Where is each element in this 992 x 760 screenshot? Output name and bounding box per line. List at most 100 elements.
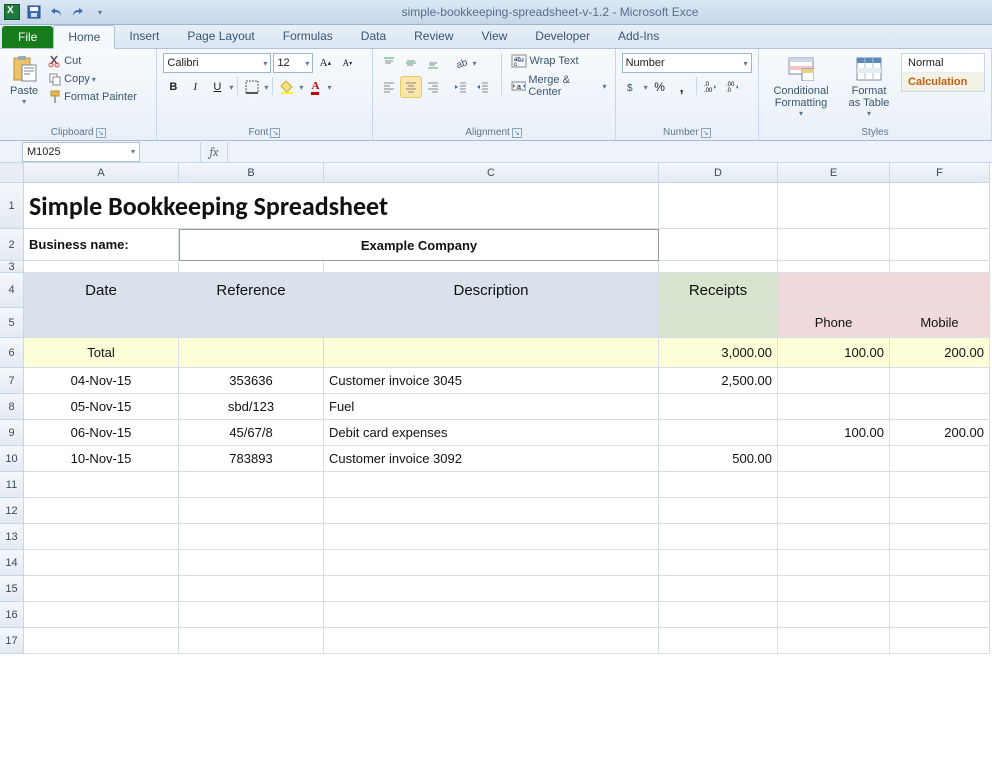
cell[interactable] [778, 524, 890, 550]
cell[interactable]: 100.00 [778, 420, 890, 446]
chevron-down-icon[interactable]: ▾ [644, 83, 648, 92]
row-header-13[interactable]: 13 [0, 524, 24, 550]
font-color-button[interactable]: A [305, 77, 325, 97]
cell[interactable]: Debit card expenses [324, 420, 659, 446]
column-header-E[interactable]: E [778, 163, 890, 183]
font-name-select[interactable]: Calibri▾ [163, 53, 271, 73]
font-size-select[interactable]: 12▾ [273, 53, 313, 73]
cell[interactable] [179, 338, 324, 368]
chevron-down-icon[interactable]: ▾ [229, 83, 233, 92]
bold-button[interactable]: B [163, 77, 183, 97]
cell[interactable] [659, 261, 778, 273]
cell[interactable] [24, 628, 179, 654]
formula-input[interactable] [228, 142, 992, 162]
cell[interactable]: Mobile [890, 308, 990, 338]
cell[interactable] [179, 472, 324, 498]
paste-button[interactable]: Paste ▾ [6, 53, 42, 108]
cell[interactable] [179, 524, 324, 550]
chevron-down-icon[interactable]: ▾ [327, 83, 331, 92]
align-bottom-button[interactable] [423, 53, 443, 73]
cell[interactable] [778, 446, 890, 472]
cell[interactable] [890, 183, 990, 229]
cell[interactable]: 100.00 [778, 338, 890, 368]
cell[interactable] [778, 394, 890, 420]
italic-button[interactable]: I [185, 77, 205, 97]
accounting-format-button[interactable]: $ [622, 77, 642, 97]
cell[interactable] [890, 446, 990, 472]
cell[interactable] [324, 308, 659, 338]
style-normal[interactable]: Normal [902, 54, 984, 73]
cell[interactable]: Date [24, 273, 179, 308]
chevron-down-icon[interactable]: ▾ [473, 59, 477, 68]
cell[interactable] [778, 368, 890, 394]
format-painter-button[interactable]: Format Painter [46, 89, 139, 105]
cell[interactable] [24, 576, 179, 602]
cell[interactable] [659, 498, 778, 524]
wrap-text-button[interactable]: abc Wrap Text [509, 53, 608, 69]
format-as-table-button[interactable]: Format as Table▾ [841, 53, 897, 120]
cell[interactable] [890, 524, 990, 550]
align-top-button[interactable] [379, 53, 399, 73]
cell[interactable] [778, 472, 890, 498]
row-header-6[interactable]: 6 [0, 338, 24, 368]
cell[interactable] [890, 602, 990, 628]
cell[interactable] [659, 550, 778, 576]
cell[interactable] [324, 472, 659, 498]
conditional-formatting-button[interactable]: Conditional Formatting▾ [765, 53, 837, 120]
align-center-button[interactable] [401, 77, 421, 97]
cell[interactable] [778, 550, 890, 576]
cell[interactable] [324, 338, 659, 368]
tab-page-layout[interactable]: Page Layout [173, 25, 268, 48]
cell[interactable] [659, 308, 778, 338]
cell[interactable]: Total [24, 338, 179, 368]
align-right-button[interactable] [423, 77, 443, 97]
row-header-8[interactable]: 8 [0, 394, 24, 420]
name-box[interactable]: M1025▾ [22, 142, 140, 162]
cell[interactable] [24, 261, 179, 273]
cell[interactable]: 783893 [179, 446, 324, 472]
column-header-B[interactable]: B [179, 163, 324, 183]
cell[interactable] [890, 550, 990, 576]
cell[interactable] [659, 229, 778, 261]
row-header-9[interactable]: 9 [0, 420, 24, 446]
cell[interactable]: Customer invoice 3092 [324, 446, 659, 472]
redo-button[interactable] [70, 4, 86, 20]
cell[interactable]: sbd/123 [179, 394, 324, 420]
cell[interactable] [324, 576, 659, 602]
cell[interactable] [659, 576, 778, 602]
cell[interactable]: Simple Bookkeeping Spreadsheet [24, 183, 659, 229]
cell[interactable] [778, 498, 890, 524]
row-header-4[interactable]: 4 [0, 273, 24, 308]
row-header-15[interactable]: 15 [0, 576, 24, 602]
undo-button[interactable] [48, 4, 64, 20]
cell[interactable]: 3,000.00 [659, 338, 778, 368]
chevron-down-icon[interactable]: ▾ [299, 83, 303, 92]
cell[interactable] [179, 308, 324, 338]
cell[interactable] [179, 602, 324, 628]
decrease-indent-button[interactable] [451, 77, 471, 97]
row-header-16[interactable]: 16 [0, 602, 24, 628]
cell[interactable] [324, 524, 659, 550]
cell[interactable] [659, 524, 778, 550]
cell[interactable]: Fuel [324, 394, 659, 420]
column-header-C[interactable]: C [324, 163, 659, 183]
increase-indent-button[interactable] [473, 77, 493, 97]
cell-styles-gallery[interactable]: Normal Calculation [901, 53, 985, 92]
cell[interactable] [24, 524, 179, 550]
cell[interactable]: 04-Nov-15 [24, 368, 179, 394]
cell[interactable] [659, 183, 778, 229]
row-header-2[interactable]: 2 [0, 229, 24, 261]
cell[interactable]: 353636 [179, 368, 324, 394]
row-header-1[interactable]: 1 [0, 183, 24, 229]
border-button[interactable] [242, 77, 262, 97]
cell[interactable] [179, 576, 324, 602]
dialog-launcher-number[interactable]: ↘ [701, 128, 711, 138]
row-header-12[interactable]: 12 [0, 498, 24, 524]
column-header-F[interactable]: F [890, 163, 990, 183]
chevron-down-icon[interactable]: ▾ [264, 83, 268, 92]
orientation-button[interactable]: ab [451, 53, 471, 73]
row-header-17[interactable]: 17 [0, 628, 24, 654]
cell[interactable] [890, 498, 990, 524]
row-header-11[interactable]: 11 [0, 472, 24, 498]
cell[interactable] [890, 229, 990, 261]
